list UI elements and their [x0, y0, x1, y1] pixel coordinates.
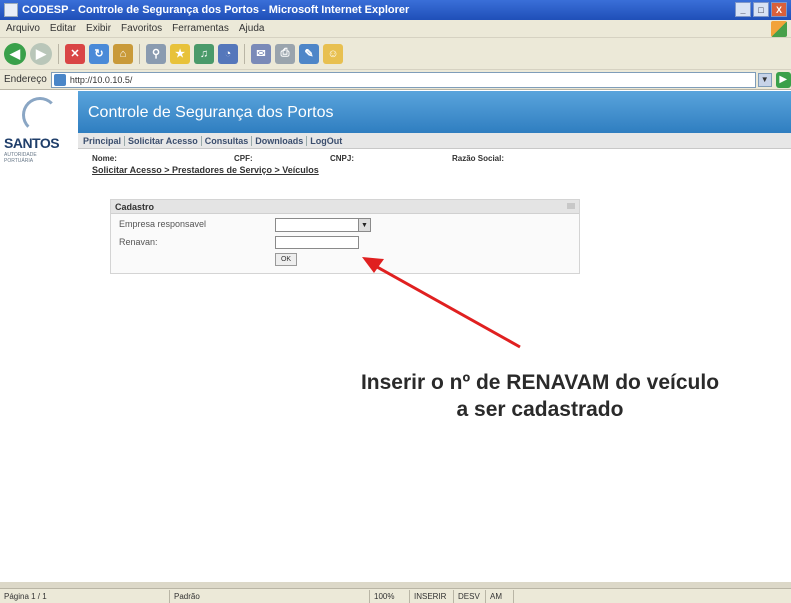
status-mode: Padrão — [170, 589, 370, 603]
address-dropdown-icon[interactable]: ▼ — [757, 72, 772, 87]
forward-icon[interactable]: ▶ — [30, 42, 52, 65]
status-zoom: 100% — [370, 589, 410, 603]
status-page: Página 1 / 1 — [0, 589, 170, 603]
browser-toolbar: ◀ ▶ ✕ ↻ ⌂ ⚲ ★ ♫ ◔ ✉ ⎙ ✎ ☺ — [0, 38, 791, 70]
page-content: SANTOS AUTORIDADE PORTUÁRIA Controle de … — [0, 91, 791, 588]
search-icon[interactable]: ⚲ — [146, 43, 166, 64]
favorites-icon[interactable]: ★ — [170, 43, 190, 64]
menu-ajuda[interactable]: Ajuda — [239, 23, 265, 34]
media-icon[interactable]: ♫ — [194, 43, 214, 64]
menu-ferramentas[interactable]: Ferramentas — [172, 23, 229, 34]
annotation-arrow — [362, 257, 521, 349]
annotation-line-2: a ser cadastrado — [456, 398, 624, 421]
edit-icon[interactable]: ✎ — [299, 43, 319, 64]
home-icon[interactable]: ⌂ — [113, 43, 133, 64]
menu-editar[interactable]: Editar — [50, 23, 76, 34]
back-icon[interactable]: ◀ — [4, 42, 26, 65]
minimize-button[interactable]: _ — [735, 2, 751, 17]
annotation-line-1: Inserir o nº de RENAVAM do veículo — [360, 371, 720, 394]
address-input[interactable]: http://10.0.10.5/ — [50, 71, 756, 88]
arrow-shaft — [369, 261, 521, 349]
status-desv: DESV — [454, 589, 486, 603]
menu-favoritos[interactable]: Favoritos — [121, 23, 162, 34]
address-label: Endereço — [4, 74, 47, 85]
address-url: http://10.0.10.5/ — [69, 74, 133, 85]
stop-icon[interactable]: ✕ — [65, 43, 85, 64]
menu-bar: Arquivo Editar Exibir Favoritos Ferramen… — [0, 20, 791, 38]
windows-logo-icon — [771, 21, 787, 37]
refresh-icon[interactable]: ↻ — [89, 43, 109, 64]
menu-arquivo[interactable]: Arquivo — [6, 23, 40, 34]
status-bar: Página 1 / 1 Padrão 100% INSERIR DESV AM — [0, 588, 791, 603]
page-icon — [53, 73, 66, 86]
toolbar-separator — [244, 43, 245, 64]
window-title-bar: CODESP - Controle de Segurança dos Porto… — [0, 0, 791, 20]
toolbar-separator — [139, 43, 140, 64]
go-button[interactable]: ▶ — [775, 71, 791, 88]
mail-icon[interactable]: ✉ — [251, 43, 271, 64]
print-icon[interactable]: ⎙ — [275, 43, 295, 64]
window-controls: _ □ X — [735, 2, 787, 17]
menu-exibir[interactable]: Exibir — [86, 23, 111, 34]
messenger-icon[interactable]: ☺ — [323, 43, 343, 64]
maximize-button[interactable]: □ — [753, 2, 769, 17]
address-bar: Endereço http://10.0.10.5/ ▼ ▶ — [0, 70, 791, 90]
window-title: CODESP - Controle de Segurança dos Porto… — [22, 4, 410, 16]
close-button[interactable]: X — [771, 2, 787, 17]
ie-app-icon — [4, 3, 18, 17]
status-insert: INSERIR — [410, 589, 454, 603]
annotation-text: Inserir o nº de RENAVAM do veículo a ser… — [300, 369, 780, 423]
toolbar-separator — [58, 43, 59, 64]
status-am: AM — [486, 589, 514, 603]
history-icon[interactable]: ◔ — [218, 43, 238, 64]
